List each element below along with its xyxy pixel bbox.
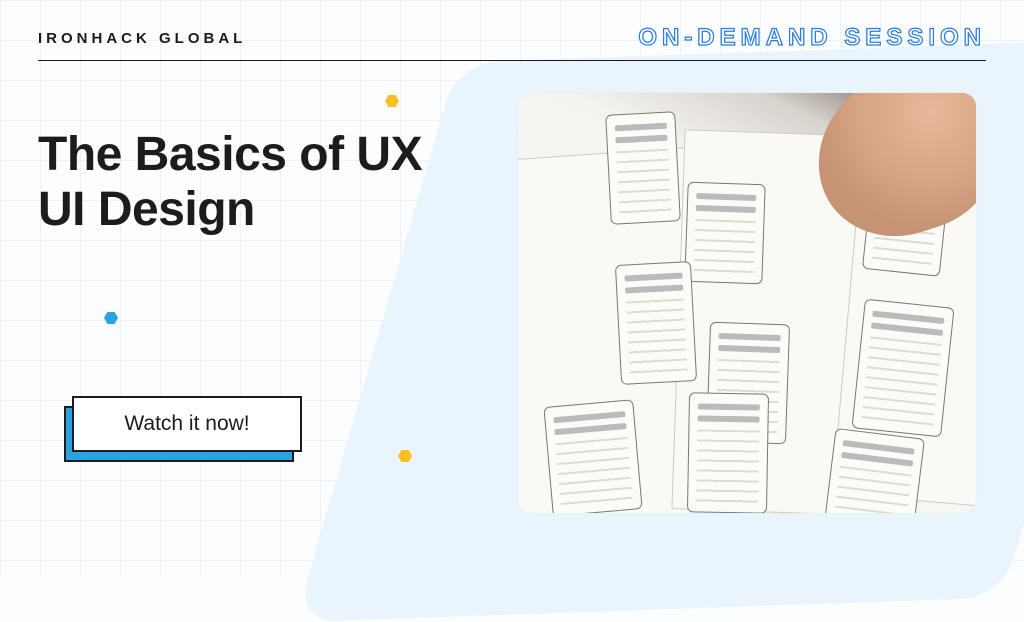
left-column: The Basics of UX UI Design: [38, 97, 478, 237]
session-label: ON-DEMAND SESSION: [638, 24, 986, 52]
cta-label: Watch it now!: [124, 412, 249, 436]
watch-now-button[interactable]: Watch it now!: [72, 396, 302, 452]
brand-label: IRONHACK GLOBAL: [38, 30, 246, 47]
hexagon-icon: [398, 450, 412, 462]
hexagon-icon: [104, 312, 118, 324]
wireframe-icon: [851, 299, 954, 438]
right-column: [508, 97, 968, 237]
wireframe-icon: [543, 399, 642, 513]
main-area: The Basics of UX UI Design: [38, 97, 986, 237]
wireframe-icon: [821, 428, 925, 513]
wireframe-icon: [684, 182, 765, 285]
wireframe-icon: [605, 111, 681, 225]
wireframe-icon: [615, 261, 697, 385]
header: IRONHACK GLOBAL ON-DEMAND SESSION: [38, 24, 986, 61]
page-title: The Basics of UX UI Design: [38, 127, 478, 237]
cta-container: Watch it now!: [72, 396, 302, 452]
wireframe-icon: [687, 392, 769, 513]
slide-content: IRONHACK GLOBAL ON-DEMAND SESSION The Ba…: [0, 0, 1024, 576]
hero-image: [518, 93, 976, 513]
